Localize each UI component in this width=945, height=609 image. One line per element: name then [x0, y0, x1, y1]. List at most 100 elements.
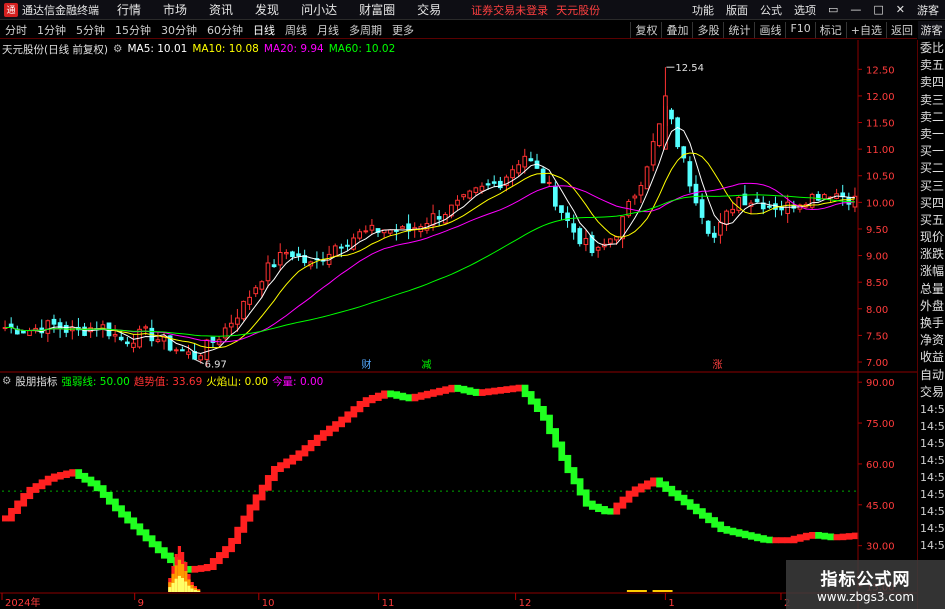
side-panel-item[interactable]: 交易 [918, 384, 945, 401]
guest-corner[interactable]: 游客 [918, 21, 945, 39]
period-daily[interactable]: 日线 [248, 22, 280, 38]
stats-button[interactable]: 统计 [723, 21, 754, 38]
f10-button[interactable]: F10 [785, 21, 814, 38]
candle-body [271, 264, 277, 268]
period-5min[interactable]: 5分钟 [71, 22, 110, 38]
chart-area[interactable]: 12.50 12.00 11.50 11.00 10.50 10.00 9.50 9.00 8.… [0, 40, 917, 609]
side-panel-item[interactable]: 总量 [918, 281, 945, 298]
side-panel-time: 14:56 [920, 436, 945, 450]
ma10-line [5, 152, 855, 349]
menu-item-news[interactable]: 资讯 [209, 1, 233, 18]
flame-bar [177, 575, 182, 592]
side-panel-item[interactable]: 委比 [918, 40, 945, 57]
trend-segment [662, 481, 670, 492]
restore-window-icon[interactable]: ▭ [828, 3, 838, 16]
period-15min[interactable]: 15分钟 [110, 22, 156, 38]
draw-button[interactable]: 画线 [754, 21, 785, 38]
menu-item-trade[interactable]: 交易 [417, 1, 441, 18]
trend-segment [692, 503, 700, 515]
side-panel-item[interactable]: 涨跌 [918, 246, 945, 263]
login-warning[interactable]: 证券交易未登录 [471, 2, 548, 18]
trend-segment [644, 480, 651, 490]
menu-options[interactable]: 选项 [794, 2, 816, 18]
x-tick-label: 11 [382, 598, 395, 609]
trend-segment [197, 565, 205, 572]
side-panel-item[interactable]: 买一 [918, 143, 945, 160]
side-panel-item[interactable]: 买四 [918, 195, 945, 212]
trend-segment [301, 445, 309, 457]
trend-segment [8, 507, 15, 522]
multi-stock-button[interactable]: 多股 [692, 21, 723, 38]
period-60min[interactable]: 60分钟 [202, 22, 248, 38]
menu-item-discover[interactable]: 发现 [255, 1, 279, 18]
candle-body [436, 216, 442, 220]
side-panel-item[interactable]: 卖一 [918, 126, 945, 143]
candle-body [369, 224, 375, 231]
period-more[interactable]: 更多 [387, 22, 419, 38]
trend-segment [44, 475, 52, 486]
candle-body [228, 322, 234, 328]
strong-line-legend: 强弱线: 50.00 [61, 375, 130, 388]
menu-formula[interactable]: 公式 [760, 2, 782, 18]
candle-body [583, 238, 589, 246]
side-panel-item[interactable]: 收益 [918, 349, 945, 366]
candle-body [283, 251, 289, 255]
x-tick-label: 1 [668, 598, 674, 609]
candle-body [247, 296, 252, 305]
period-monthly[interactable]: 月线 [312, 22, 344, 38]
side-panel-item[interactable]: 净资 [918, 332, 945, 349]
side-panel-item[interactable]: 卖四 [918, 74, 945, 91]
menu-layout[interactable]: 版面 [726, 2, 748, 18]
side-panel-item[interactable]: 现价 [918, 229, 945, 246]
side-panel-item[interactable]: 外盘 [918, 298, 945, 315]
indicator-chart[interactable]: 90.0075.0060.0045.0030.0015.00 [2, 378, 895, 594]
candlestick-chart[interactable]: 12.50 12.00 11.50 11.00 10.50 10.00 9.50 9.00 8.… [2, 63, 895, 371]
menu-function[interactable]: 功能 [692, 2, 714, 18]
candle-body [455, 199, 460, 206]
menu-item-quote[interactable]: 行情 [117, 1, 141, 18]
side-panel-item[interactable]: 卖二 [918, 109, 945, 126]
add-watchlist-button[interactable]: +自选 [845, 21, 886, 38]
adjust-button[interactable]: 复权 [630, 21, 661, 38]
high-price-label: 12.54 [675, 63, 704, 74]
trend-segment [277, 462, 284, 472]
low-price-label: 6.97 [205, 360, 227, 371]
side-panel-item[interactable]: 换手 [918, 315, 945, 332]
menu-item-wealth[interactable]: 财富圈 [359, 1, 395, 18]
side-panel-item[interactable]: 卖三 [918, 92, 945, 109]
side-panel-item[interactable]: 卖五 [918, 57, 945, 74]
x-tick-label: 10 [262, 598, 275, 609]
menu-item-ask[interactable]: 问小达 [301, 1, 337, 18]
period-multi[interactable]: 多周期 [344, 22, 387, 38]
indicator-settings-icon[interactable]: ⚙ [2, 375, 11, 387]
trend-segment [521, 384, 529, 398]
period-1min[interactable]: 1分钟 [32, 22, 71, 38]
maximize-icon[interactable]: □ [873, 3, 883, 16]
trend-segment [760, 535, 767, 543]
menu-item-market[interactable]: 市场 [163, 1, 187, 18]
period-intraday[interactable]: 分时 [0, 22, 32, 38]
side-panel-item[interactable]: 买三 [918, 178, 945, 195]
side-panel-item[interactable]: 自动 [918, 367, 945, 384]
trend-segment [93, 480, 101, 492]
side-panel-item[interactable]: 买五 [918, 212, 945, 229]
y-tick-label: 10.00 [866, 198, 895, 209]
guest-label[interactable]: 游客 [917, 2, 939, 18]
y-tick-label: 12.00 [866, 92, 895, 103]
period-weekly[interactable]: 周线 [280, 22, 312, 38]
close-icon[interactable]: ✕ [896, 3, 905, 16]
trend-segment [368, 394, 376, 404]
side-panel-item[interactable]: 涨幅 [918, 263, 945, 280]
side-panel-item[interactable]: 买二 [918, 160, 945, 177]
overlay-button[interactable]: 叠加 [661, 21, 692, 38]
minimize-icon[interactable]: — [850, 3, 861, 16]
flame-bar [626, 590, 647, 592]
back-button[interactable]: 返回 [886, 21, 917, 38]
period-30min[interactable]: 30分钟 [156, 22, 202, 38]
candle-body [638, 185, 644, 196]
trend-segment [509, 385, 517, 393]
candle-body [155, 339, 161, 342]
candle-body [400, 226, 405, 229]
mark-button[interactable]: 标记 [814, 21, 846, 38]
y-tick-label: 11.00 [866, 145, 895, 156]
